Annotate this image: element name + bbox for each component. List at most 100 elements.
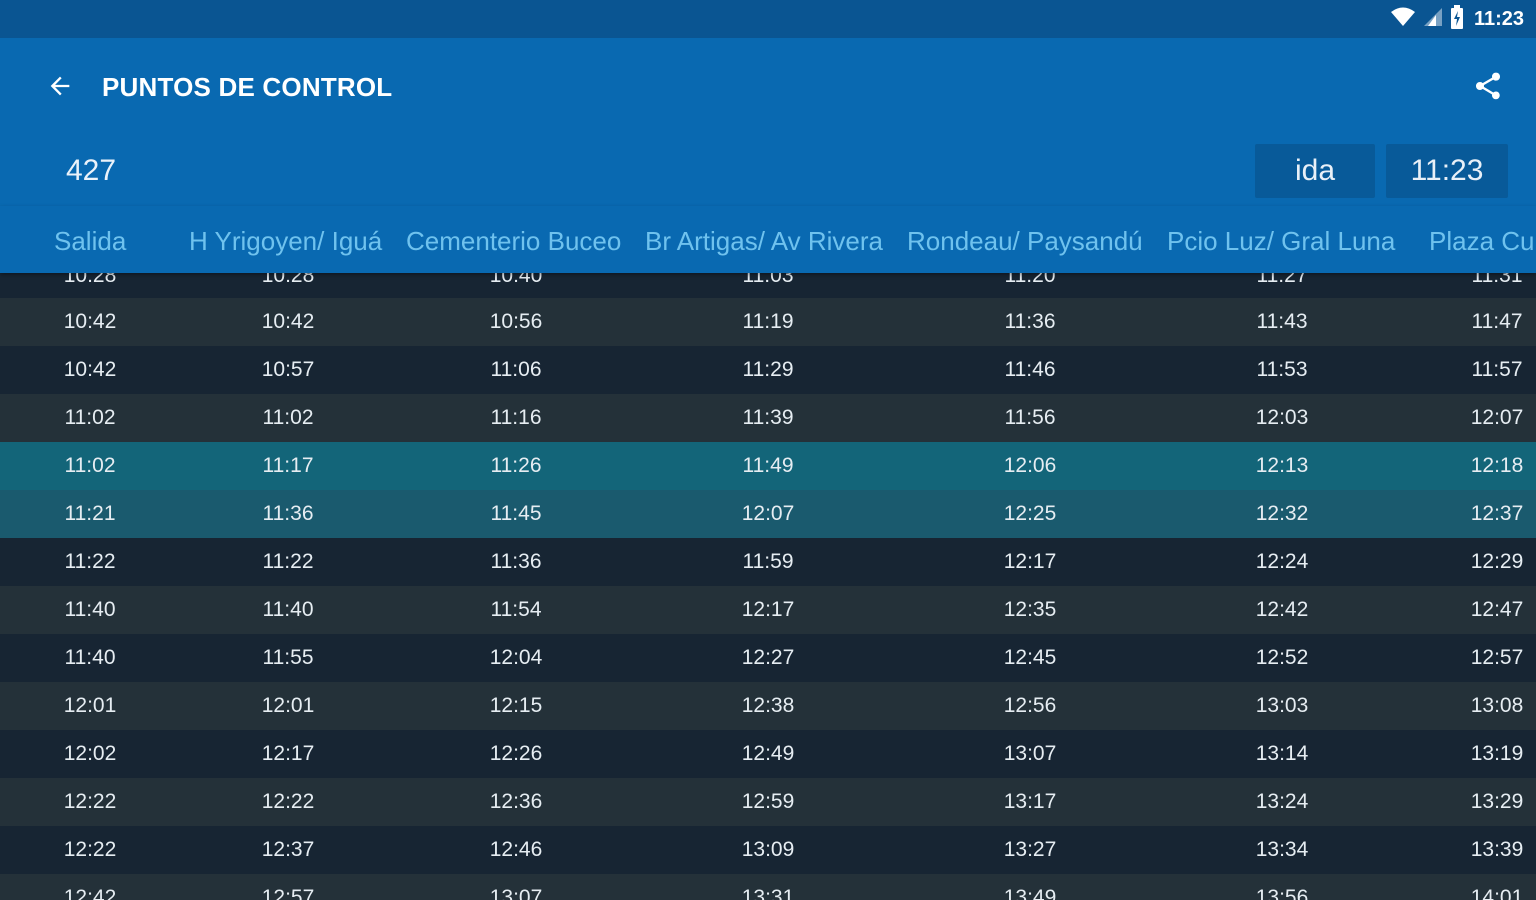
table-row[interactable]: 12:01 12:01 12:15 12:38 12:56 13:03 13:08 [0,682,1536,730]
table-cell: 12:01 [63,694,117,717]
table-cell: 13:14 [1255,742,1309,765]
table-cell: 13:03 [1255,694,1309,717]
table-cell: 13:31 [741,886,795,900]
table-cell: 12:57 [261,886,315,900]
share-button[interactable] [1466,68,1510,108]
table-cell: 12:35 [1003,598,1057,621]
table-row[interactable]: 10:42 10:42 10:56 11:19 11:36 11:43 11:47 [0,298,1536,346]
table-cell: 12:27 [741,646,795,669]
table-header: Salida H Yrigoyen/ Iguá Cementerio Buceo… [0,206,1536,273]
table-cell: 11:02 [64,406,116,429]
table-cell: 12:37 [1470,502,1524,525]
signal-icon [1422,6,1444,33]
table-cell: 13:17 [1003,790,1057,813]
table-row[interactable]: 11:40 11:40 11:54 12:17 12:35 12:42 12:47 [0,586,1536,634]
table-cell: 12:22 [63,838,117,861]
table-cell: 13:08 [1470,694,1524,717]
table-cell: 10:42 [63,310,117,333]
table-cell: 11:40 [64,646,116,669]
table-cell: 11:54 [490,598,542,621]
table-row[interactable]: 12:42 12:57 13:07 13:31 13:49 13:56 14:01 [0,874,1536,900]
table-row[interactable]: 10:42 10:57 11:06 11:29 11:46 11:53 11:57 [0,346,1536,394]
table-cell: 11:46 [1004,358,1056,381]
table-cell: 12:24 [1255,550,1309,573]
table-cell: 12:25 [1003,502,1057,525]
status-bar: 11:23 [0,0,1536,38]
table-row[interactable]: 11:22 11:22 11:36 11:59 12:17 12:24 12:29 [0,538,1536,586]
table-cell: 12:42 [1255,598,1309,621]
battery-icon [1450,4,1464,34]
table-cell: 11:02 [262,406,314,429]
table-cell: 14:01 [1470,886,1524,900]
table-cell: 12:04 [489,646,543,669]
table-cell: 11:40 [64,598,116,621]
table-cell: 11:59 [742,550,794,573]
column-header-rondeau[interactable]: Rondeau/ Paysandú [907,206,1143,273]
table-row[interactable]: 11:40 11:55 12:04 12:27 12:45 12:52 12:57 [0,634,1536,682]
table-cell: 12:57 [1470,646,1524,669]
table-cell: 11:17 [262,454,314,477]
column-header-pcio-luz[interactable]: Pcio Luz/ Gral Luna [1167,206,1395,273]
column-header-cementerio-buceo[interactable]: Cementerio Buceo [406,206,621,273]
table-row[interactable]: 11:02 11:02 11:16 11:39 11:56 12:03 12:07 [0,394,1536,442]
line-number: 427 [66,154,117,187]
table-cell: 12:18 [1470,454,1524,477]
table-row[interactable]: 12:22 12:22 12:36 12:59 13:17 13:24 13:29 [0,778,1536,826]
table-cell: 13:27 [1003,838,1057,861]
status-icons: 11:23 [1390,4,1524,34]
table-cell: 12:42 [63,886,117,900]
table-cell: 10:42 [261,310,315,333]
table-cell: 11:16 [490,406,542,429]
table-cell: 13:19 [1470,742,1524,765]
table-row[interactable]: 11:02 11:17 11:26 11:49 12:06 12:13 12:18 [0,442,1536,490]
table-cell: 11:22 [64,550,116,573]
table-row[interactable]: 11:21 11:36 11:45 12:07 12:25 12:32 12:37 [0,490,1536,538]
arrow-back-icon [46,72,74,105]
column-header-salida[interactable]: Salida [54,206,126,273]
table-cell: 11:40 [262,598,314,621]
table-cell: 11:53 [1256,358,1308,381]
table-cell: 12:22 [63,790,117,813]
table-cell: 12:59 [741,790,795,813]
table-cell: 11:36 [1004,310,1056,333]
table-cell: 12:17 [261,742,315,765]
table-cell: 11:45 [490,502,542,525]
table-cell: 12:15 [489,694,543,717]
direction-selector[interactable]: ida [1255,144,1375,198]
schedule-table[interactable]: 10:28 10:28 10:40 11:03 11:20 11:27 11:31 10:4… [0,252,1536,900]
table-cell: 12:32 [1255,502,1309,525]
table-cell: 12:26 [489,742,543,765]
app-bar: PUNTOS DE CONTROL 427 ida 11:23 [0,38,1536,206]
column-header-h-yrigoyen[interactable]: H Yrigoyen/ Iguá [189,206,382,273]
status-time: 11:23 [1473,7,1524,30]
time-selector[interactable]: 11:23 [1386,144,1508,198]
table-cell: 12:22 [261,790,315,813]
wifi-icon [1390,6,1416,33]
table-cell: 10:42 [63,358,117,381]
table-cell: 12:38 [741,694,795,717]
table-cell: 11:47 [1471,310,1523,333]
table-cell: 11:39 [742,406,794,429]
table-cell: 12:03 [1255,406,1309,429]
table-cell: 11:26 [490,454,542,477]
table-cell: 12:47 [1470,598,1524,621]
table-cell: 13:07 [1003,742,1057,765]
table-cell: 11:49 [742,454,794,477]
table-cell: 11:22 [262,550,314,573]
table-cell: 13:07 [489,886,543,900]
table-cell: 11:36 [262,502,314,525]
column-header-plaza-cu[interactable]: Plaza Cu [1429,206,1535,273]
table-cell: 12:07 [1470,406,1524,429]
table-cell: 13:09 [741,838,795,861]
column-header-br-artigas[interactable]: Br Artigas/ Av Rivera [645,206,883,273]
table-cell: 12:07 [741,502,795,525]
table-cell: 12:36 [489,790,543,813]
table-cell: 13:34 [1255,838,1309,861]
table-cell: 12:29 [1470,550,1524,573]
table-cell: 10:57 [261,358,315,381]
back-button[interactable] [40,70,80,106]
table-row[interactable]: 12:02 12:17 12:26 12:49 13:07 13:14 13:19 [0,730,1536,778]
table-cell: 12:45 [1003,646,1057,669]
table-cell: 13:49 [1003,886,1057,900]
table-row[interactable]: 12:22 12:37 12:46 13:09 13:27 13:34 13:39 [0,826,1536,874]
